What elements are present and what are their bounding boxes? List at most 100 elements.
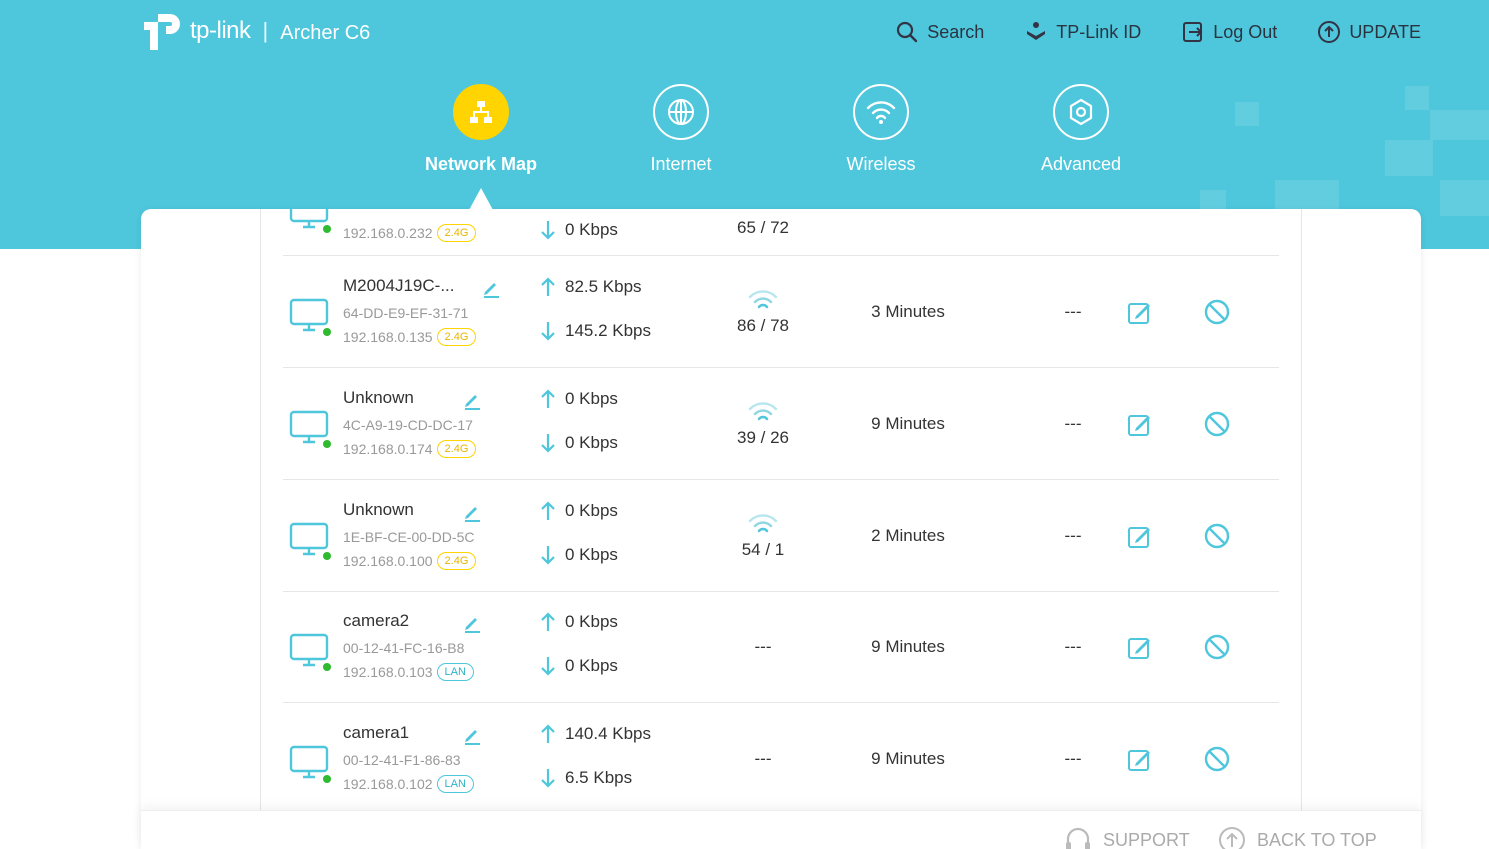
- arrow-up-icon: [541, 724, 555, 743]
- client-extra: ---: [1064, 526, 1082, 545]
- gear-icon: [1053, 84, 1109, 140]
- arrow-up-icon: [541, 501, 555, 520]
- tplink-id-label: TP-Link ID: [1056, 21, 1142, 42]
- client-extra: ---: [1064, 302, 1082, 321]
- client-name: Unknown: [343, 388, 414, 407]
- rename-icon[interactable]: [462, 725, 482, 745]
- client-row: camera2 00-12-41-FC-16-B8 192.168.0.103 …: [283, 591, 1279, 703]
- tab-internet-label: Internet: [650, 154, 712, 174]
- client-mac: 00-12-41-FC-16-B8: [343, 640, 465, 656]
- arrow-up-icon: [541, 389, 555, 408]
- rename-icon[interactable]: [481, 278, 501, 298]
- band-badge: LAN: [436, 775, 474, 793]
- client-extra: ---: [1064, 414, 1082, 433]
- computer-icon: [289, 631, 331, 671]
- client-mac: 4C-A9-19-CD-DC-17: [343, 417, 473, 433]
- band-badge: 2.4G: [436, 224, 477, 242]
- computer-icon: [289, 209, 331, 233]
- client-ip: 192.168.0.174 2.4G: [343, 440, 477, 458]
- download-speed: 6.5 Kbps: [539, 767, 632, 789]
- download-speed: 0 Kbps: [539, 432, 618, 454]
- arrow-down-icon: [541, 221, 555, 240]
- client-name: M2004J19C-...: [343, 276, 455, 295]
- client-row: camera1 00-12-41-F1-86-83 192.168.0.102 …: [283, 703, 1279, 815]
- client-mac: 00-12-41-F1-86-83: [343, 752, 461, 768]
- signal-value: 65 / 72: [737, 218, 789, 237]
- arrow-down-icon: [541, 657, 555, 676]
- rename-icon[interactable]: [462, 502, 482, 522]
- block-icon[interactable]: [1203, 633, 1231, 661]
- search-button[interactable]: Search: [895, 20, 984, 44]
- update-label: UPDATE: [1349, 21, 1421, 42]
- client-mac: 1E-BF-CE-00-DD-5C: [343, 529, 475, 545]
- rename-icon[interactable]: [462, 390, 482, 410]
- client-ip: 192.168.0.100 2.4G: [343, 552, 477, 570]
- top-actions: Search TP-Link ID Log Out UPDATE: [895, 20, 1421, 44]
- online-duration: 2 Minutes: [871, 526, 945, 545]
- signal-value: ---: [754, 637, 772, 656]
- update-button[interactable]: UPDATE: [1317, 20, 1421, 44]
- tab-internet[interactable]: Internet: [601, 84, 761, 175]
- edit-client-icon[interactable]: [1127, 523, 1153, 549]
- client-ip: 192.168.0.232 2.4G: [343, 224, 477, 242]
- computer-icon: [289, 296, 331, 336]
- online-duration: 9 Minutes: [871, 414, 945, 433]
- tab-advanced-label: Advanced: [1040, 154, 1122, 174]
- edit-client-icon[interactable]: [1127, 299, 1153, 325]
- upload-speed: 0 Kbps: [539, 500, 618, 522]
- tplink-logo: tp-link | Archer C6: [140, 8, 370, 54]
- back-to-top-link[interactable]: BACK TO TOP: [1217, 825, 1377, 849]
- client-extra: ---: [1064, 749, 1082, 768]
- tab-wireless[interactable]: Wireless: [801, 84, 961, 175]
- online-status-dot: [323, 328, 331, 336]
- rename-icon[interactable]: [462, 613, 482, 633]
- block-icon[interactable]: [1203, 522, 1231, 550]
- arrow-up-icon: [541, 277, 555, 296]
- client-ip: 192.168.0.102 LAN: [343, 775, 474, 793]
- tplink-logo-icon: [140, 8, 186, 54]
- footer-bar: SUPPORT BACK TO TOP: [141, 810, 1421, 849]
- arrow-down-icon: [541, 546, 555, 565]
- signal-value: ---: [754, 749, 772, 768]
- band-badge: 2.4G: [436, 328, 477, 346]
- wifi-icon: [853, 84, 909, 140]
- client-name: Unknown: [343, 500, 414, 519]
- block-icon[interactable]: [1203, 410, 1231, 438]
- band-badge: 2.4G: [436, 440, 477, 458]
- logout-label: Log Out: [1213, 21, 1278, 42]
- online-status-dot: [323, 775, 331, 783]
- block-icon[interactable]: [1203, 298, 1231, 326]
- active-tab-indicator: [469, 188, 493, 210]
- search-icon: [897, 21, 918, 43]
- edit-client-icon[interactable]: [1127, 746, 1153, 772]
- online-duration: 3 Minutes: [871, 302, 945, 321]
- arrow-down-icon: [541, 322, 555, 341]
- tab-advanced[interactable]: Advanced: [1001, 84, 1161, 175]
- support-link[interactable]: SUPPORT: [1063, 825, 1190, 849]
- download-speed: 145.2 Kbps: [539, 320, 651, 342]
- headset-icon: [1066, 827, 1090, 849]
- arrow-down-icon: [541, 434, 555, 453]
- client-row-partial: 192.168.0.232 2.4G 0 Kbps 65 / 72: [283, 209, 1279, 256]
- edit-client-icon[interactable]: [1127, 634, 1153, 660]
- edit-client-icon[interactable]: [1127, 411, 1153, 437]
- band-badge: 2.4G: [436, 552, 477, 570]
- client-row: M2004J19C-... 64-DD-E9-EF-31-71 192.168.…: [283, 256, 1279, 368]
- tab-network-map[interactable]: Network Map: [401, 84, 561, 175]
- network-map-icon: [453, 84, 509, 140]
- signal-strength: 86 / 78: [723, 288, 803, 336]
- download-speed: 0 Kbps: [539, 655, 618, 677]
- tab-wireless-label: Wireless: [846, 154, 916, 174]
- tplink-id-button[interactable]: TP-Link ID: [1024, 20, 1141, 44]
- upload-speed: 0 Kbps: [539, 388, 618, 410]
- wifi-signal-icon: [748, 514, 778, 533]
- block-icon[interactable]: [1203, 745, 1231, 773]
- logout-button[interactable]: Log Out: [1181, 20, 1277, 44]
- online-duration: 9 Minutes: [871, 749, 945, 768]
- computer-icon: [289, 743, 331, 783]
- tplink-id-icon: [1027, 22, 1046, 40]
- support-label: SUPPORT: [1103, 829, 1190, 849]
- online-status-dot: [323, 663, 331, 671]
- client-mac: 64-DD-E9-EF-31-71: [343, 305, 469, 321]
- online-status-dot: [323, 440, 331, 448]
